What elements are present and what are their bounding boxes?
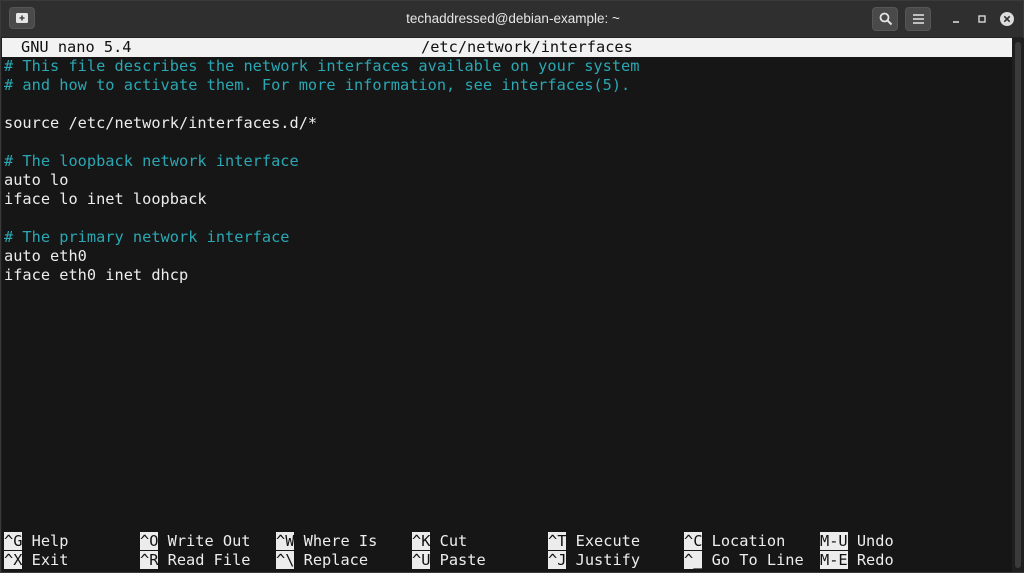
shortcut-label: Replace <box>294 551 369 569</box>
code-line: source /etc/network/interfaces.d/* <box>4 114 318 132</box>
shortcut-where-is: ^W Where Is <box>276 532 377 551</box>
search-button[interactable] <box>872 7 898 31</box>
shortcut-key: ^T <box>548 532 567 550</box>
terminal-area[interactable]: GNU nano 5.4 /etc/network/interfaces # T… <box>2 38 1012 572</box>
minimize-icon <box>947 10 965 28</box>
code-line: auto eth0 <box>4 247 87 265</box>
nano-version: GNU nano 5.4 <box>21 38 132 56</box>
new-tab-button[interactable] <box>9 7 35 29</box>
shortcut-write-out: ^O Write Out <box>140 532 251 551</box>
shortcut-go-to-line: ^_ Go To Line <box>684 551 804 570</box>
shortcut-bar: ^G Help ^X Exit ^O Write Out ^R Read File ^W… <box>2 532 1012 570</box>
shortcut-cut: ^K Cut <box>412 532 467 551</box>
comment-line: # and how to activate them. For more inf… <box>4 76 631 94</box>
hamburger-menu-icon <box>912 13 925 25</box>
shortcut-label: Read File <box>158 551 251 569</box>
shortcut-key: ^U <box>412 551 431 569</box>
shortcut-label: Go To Line <box>702 551 804 569</box>
shortcut-label: Where Is <box>294 532 378 550</box>
comment-line: # The loopback network interface <box>4 152 299 170</box>
code-line: auto lo <box>4 171 69 189</box>
shortcut-key: ^O <box>140 532 159 550</box>
code-line: iface lo inet loopback <box>4 190 207 208</box>
window-title: techaddressed@debian-example: ~ <box>406 11 620 26</box>
terminal-window: techaddressed@debian-example: ~ GNU nano… <box>0 0 1024 573</box>
editor-buffer[interactable]: # This file describes the network interf… <box>4 57 1009 285</box>
shortcut-redo: M-E Redo <box>820 551 894 570</box>
shortcut-key: ^R <box>140 551 159 569</box>
shortcut-label: Justify <box>566 551 641 569</box>
shortcut-label: Execute <box>566 532 641 550</box>
shortcut-label: Cut <box>430 532 468 550</box>
maximize-button[interactable] <box>973 10 991 28</box>
shortcut-label: Write Out <box>158 532 251 550</box>
minimize-button[interactable] <box>947 10 965 28</box>
comment-line: # The primary network interface <box>4 228 290 246</box>
shortcut-key: ^C <box>684 532 703 550</box>
shortcut-label: Location <box>702 532 786 550</box>
shortcut-key: ^K <box>412 532 431 550</box>
code-line: iface eth0 inet dhcp <box>4 266 189 284</box>
file-path: /etc/network/interfaces <box>421 38 633 56</box>
close-button[interactable] <box>998 10 1016 28</box>
shortcut-location: ^C Location <box>684 532 785 551</box>
new-tab-icon <box>15 11 29 25</box>
shortcut-key: M-E <box>820 551 848 569</box>
shortcut-key: M-U <box>820 532 848 550</box>
title-bar: techaddressed@debian-example: ~ <box>1 1 1023 38</box>
shortcut-key: ^G <box>4 532 23 550</box>
search-icon <box>879 12 893 26</box>
shortcut-key: ^J <box>548 551 567 569</box>
close-icon <box>998 10 1016 28</box>
shortcut-replace: ^\ Replace <box>276 551 368 570</box>
shortcut-exit: ^X Exit <box>4 551 68 570</box>
menu-button[interactable] <box>905 7 931 31</box>
shortcut-label: Paste <box>430 551 486 569</box>
shortcut-label: Help <box>22 532 69 550</box>
scrollbar-thumb[interactable] <box>1015 42 1021 568</box>
shortcut-key: ^\ <box>276 551 295 569</box>
shortcut-justify: ^J Justify <box>548 551 640 570</box>
shortcut-undo: M-U Undo <box>820 532 894 551</box>
shortcut-execute: ^T Execute <box>548 532 640 551</box>
nano-title-bar: GNU nano 5.4 /etc/network/interfaces <box>2 38 1012 57</box>
restore-icon <box>973 10 991 28</box>
shortcut-key: ^X <box>4 551 23 569</box>
scrollbar[interactable] <box>1012 38 1024 572</box>
shortcut-key: ^W <box>276 532 295 550</box>
shortcut-help: ^G Help <box>4 532 68 551</box>
shortcut-paste: ^U Paste <box>412 551 486 570</box>
shortcut-read-file: ^R Read File <box>140 551 251 570</box>
comment-line: # This file describes the network interf… <box>4 57 640 75</box>
shortcut-label: Undo <box>847 532 894 550</box>
shortcut-label: Redo <box>847 551 894 569</box>
shortcut-key: ^_ <box>684 551 703 569</box>
shortcut-label: Exit <box>22 551 69 569</box>
